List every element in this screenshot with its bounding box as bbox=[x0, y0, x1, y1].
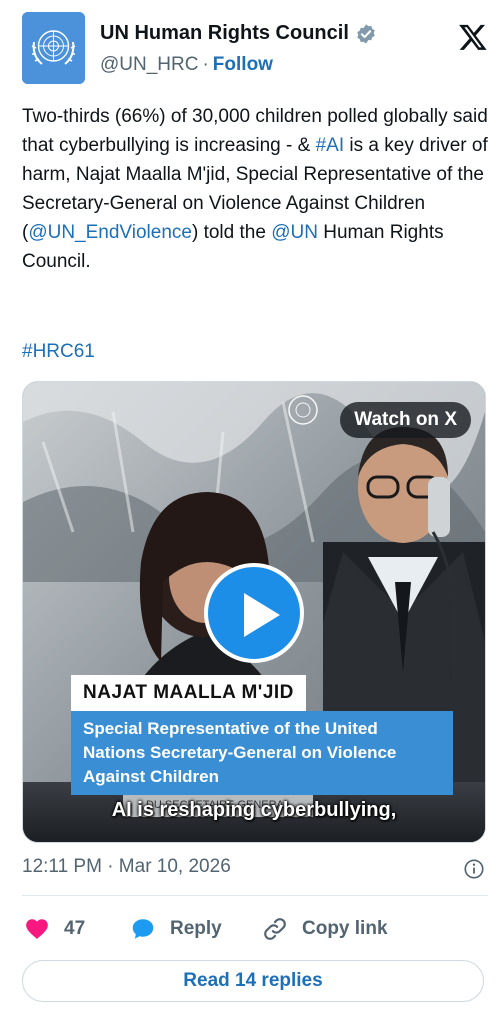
x-logo-icon[interactable] bbox=[458, 22, 488, 52]
read-replies-button[interactable]: Read 14 replies bbox=[22, 960, 484, 1002]
divider bbox=[22, 895, 488, 896]
video-caption: AI is reshaping cyberbullying, bbox=[111, 799, 397, 821]
speech-bubble-icon bbox=[132, 919, 154, 939]
copy-link-button[interactable]: Copy link bbox=[262, 912, 388, 946]
hashtag-hrc61-link[interactable]: #HRC61 bbox=[22, 341, 95, 362]
timestamp[interactable]: 12:11 PM · Mar 10, 2026 bbox=[22, 856, 231, 878]
hashtag-ai-link[interactable]: #AI bbox=[316, 135, 345, 156]
tweet-embed-card: UN Human Rights Council @UN_HRC · Follow T… bbox=[0, 0, 503, 1024]
verified-badge-icon bbox=[357, 23, 375, 44]
watch-on-x-button[interactable]: Watch on X bbox=[340, 402, 471, 438]
display-name[interactable]: UN Human Rights Council bbox=[100, 22, 349, 45]
heart-icon bbox=[26, 919, 48, 939]
handle-row: @UN_HRC · Follow bbox=[100, 54, 273, 76]
lower-third-title: Special Representative of the United Nat… bbox=[71, 711, 453, 795]
mention-endviolence-link[interactable]: @UN_EndViolence bbox=[28, 222, 192, 243]
info-icon[interactable] bbox=[463, 858, 485, 880]
tweet-text: Two-thirds (66%) of 30,000 children poll… bbox=[22, 102, 488, 276]
video-player[interactable]: REPRESENTANTE SPECIALE DU SECRETAIRE GEN… bbox=[22, 381, 486, 843]
link-icon bbox=[264, 918, 286, 940]
like-button[interactable]: 47 bbox=[24, 912, 85, 946]
copy-link-label: Copy link bbox=[302, 918, 388, 939]
avatar[interactable] bbox=[22, 12, 85, 84]
follow-button[interactable]: Follow bbox=[213, 54, 273, 75]
name-row: UN Human Rights Council bbox=[100, 22, 377, 45]
hashtag-line: #HRC61 bbox=[22, 337, 95, 366]
reply-button[interactable]: Reply bbox=[130, 912, 222, 946]
tweet-header: UN Human Rights Council @UN_HRC · Follow bbox=[22, 12, 488, 86]
reply-label: Reply bbox=[170, 918, 222, 939]
handle[interactable]: @UN_HRC bbox=[100, 54, 198, 75]
action-bar: 47 Reply Copy link bbox=[22, 912, 488, 946]
like-count: 47 bbox=[64, 918, 86, 939]
play-button[interactable] bbox=[204, 563, 304, 663]
mention-un-link[interactable]: @UN bbox=[271, 222, 318, 243]
tweet-text-part: ) told the bbox=[191, 222, 272, 243]
un-emblem-icon bbox=[22, 12, 85, 84]
lower-third-name: NAJAT MAALLA M'JID bbox=[71, 675, 306, 711]
separator: · bbox=[202, 54, 209, 75]
